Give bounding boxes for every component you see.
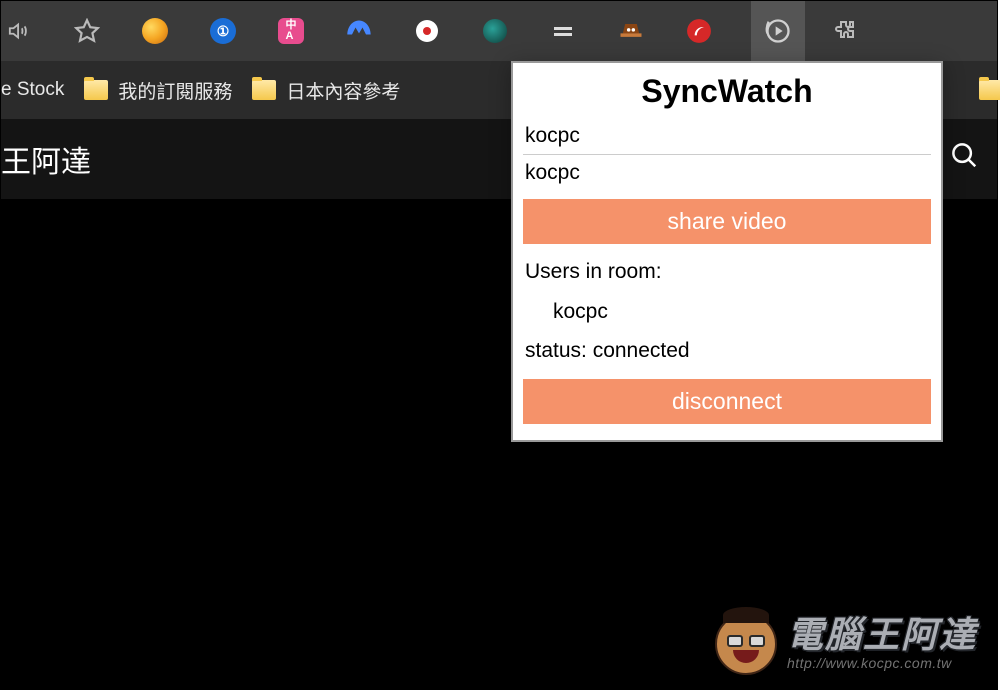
watermark-title: 電腦王阿達 ♛ [787, 617, 977, 653]
share-video-button[interactable]: share video [523, 199, 931, 244]
bookmark-label: 日本內容參考 [286, 77, 400, 104]
users-in-room-label: Users in room: [513, 252, 941, 292]
ext-hat[interactable] [615, 15, 647, 47]
popup-title: SyncWatch [513, 63, 941, 118]
watermark: 電腦王阿達 ♛ http://www.kocpc.com.tw [715, 613, 977, 675]
ext-orange-swirl[interactable] [139, 15, 171, 47]
bookmark-folder-right[interactable] [979, 80, 1000, 100]
bookmark-label: e Stock [1, 79, 64, 101]
ext-nordvpn[interactable] [343, 15, 375, 47]
ext-syncwatch[interactable] [751, 1, 805, 61]
ext-puzzle-icon[interactable] [831, 15, 863, 47]
ext-1password[interactable]: ① [207, 15, 239, 47]
disconnect-button[interactable]: disconnect [523, 379, 931, 424]
folder-icon [84, 80, 108, 100]
name-input[interactable] [523, 118, 931, 155]
syncwatch-popup: SyncWatch share video Users in room: koc… [511, 61, 943, 442]
bookmark-japan[interactable]: 日本內容參考 [252, 77, 400, 104]
status-text: status: connected [513, 331, 941, 371]
watermark-url: http://www.kocpc.com.tw [787, 655, 977, 671]
avatar-icon [715, 613, 777, 675]
bookmark-stock[interactable]: e Stock [1, 79, 64, 101]
bookmark-subscriptions[interactable]: 我的訂閱服務 [84, 77, 232, 104]
room-user: kocpc [513, 292, 941, 332]
extension-toolbar: ① 中A [1, 1, 997, 61]
page-title: 王阿達 [1, 137, 91, 181]
room-input[interactable] [523, 155, 931, 191]
folder-icon [252, 80, 276, 100]
ext-record[interactable] [411, 15, 443, 47]
ext-trend[interactable] [683, 15, 715, 47]
ext-circle-teal[interactable] [479, 15, 511, 47]
bookmark-label: 我的訂閱服務 [118, 77, 232, 104]
search-icon[interactable] [949, 140, 979, 178]
ext-lines[interactable] [547, 15, 579, 47]
star-icon[interactable] [71, 15, 103, 47]
speaker-icon[interactable] [3, 15, 35, 47]
folder-icon [979, 80, 1000, 100]
ext-translate[interactable]: 中A [275, 15, 307, 47]
